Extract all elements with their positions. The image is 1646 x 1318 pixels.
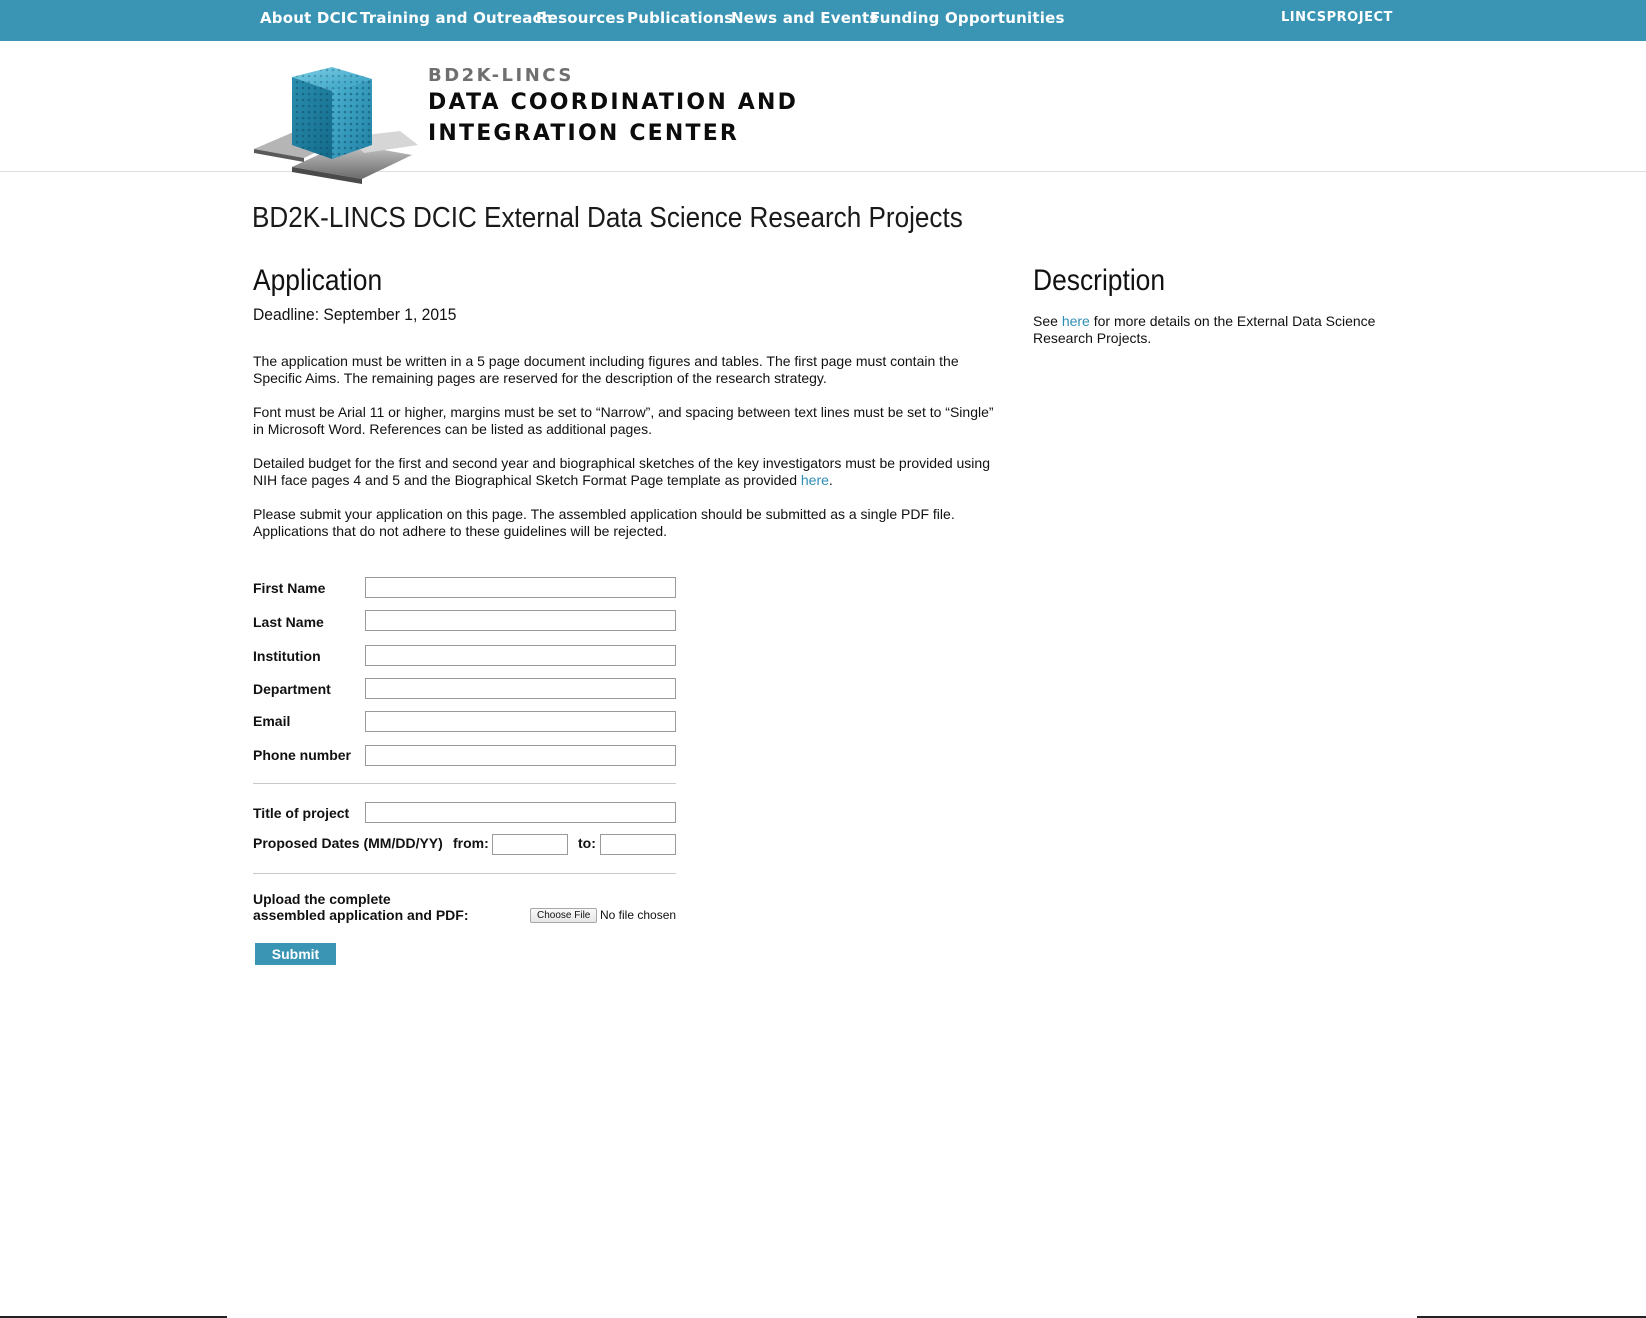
phone-number-input[interactable] [365,745,676,766]
email-input[interactable] [365,711,676,732]
deadline-text: Deadline: September 1, 2015 [253,305,457,324]
last-name-input[interactable] [365,610,676,631]
site-header: BD2K-LINCS DATA COORDINATION AND INTEGRA… [0,41,1646,184]
description-lead: See [1033,313,1062,329]
last-name-label: Last Name [253,614,324,630]
nav-lincsproject-link[interactable]: LINCSPROJECT [1281,10,1393,25]
template-here-link[interactable]: here [801,472,829,488]
top-navigation-bar: About DCIC Training and Outreach Resourc… [0,0,1646,41]
nav-training-outreach[interactable]: Training and Outreach [360,9,553,27]
guideline-paragraph-3: Detailed budget for the first and second… [253,455,1005,489]
paragraph-3-text: Detailed budget for the first and second… [253,455,990,488]
form-divider-1 [253,783,676,784]
brand-title-line2: INTEGRATION CENTER [428,121,740,146]
brand-subtitle: BD2K-LINCS [428,65,574,86]
choose-file-button[interactable]: Choose File [530,908,598,923]
form-divider-2 [253,873,676,874]
guideline-paragraph-4: Please submit your application on this p… [253,506,955,539]
submit-button[interactable]: Submit [255,943,336,965]
department-input[interactable] [365,678,676,699]
project-title-input[interactable] [365,802,676,823]
application-heading: Application [253,264,383,297]
date-to-input[interactable] [600,834,676,855]
first-name-label: First Name [253,580,326,596]
institution-input[interactable] [365,645,676,666]
email-label: Email [253,713,291,729]
upload-label-line2: assembled application and PDF: [253,907,469,923]
date-from-label: from: [453,835,489,851]
guideline-paragraph-1: The application must be written in a 5 p… [253,353,959,386]
date-from-input[interactable] [492,834,568,855]
nav-news-events[interactable]: News and Events [731,9,878,27]
date-to-label: to: [578,835,596,851]
cube-logo-icon[interactable] [252,61,418,199]
proposed-dates-label: Proposed Dates (MM/DD/YY) [253,835,443,851]
nav-resources[interactable]: Resources [536,9,625,27]
phone-number-label: Phone number [253,747,352,763]
institution-label: Institution [253,648,321,664]
first-name-input[interactable] [365,577,676,598]
upload-label-line1: Upload the complete [253,891,391,907]
description-heading: Description [1033,264,1166,297]
brand-title-line1: DATA COORDINATION AND [428,90,799,115]
department-label: Department [253,681,331,697]
paragraph-3-end: . [828,472,833,488]
guideline-paragraph-2: Font must be Arial 11 or higher, margins… [253,404,994,437]
description-here-link[interactable]: here [1062,313,1090,329]
nav-publications[interactable]: Publications [627,9,733,27]
nav-funding-opportunities[interactable]: Funding Opportunities [870,9,1065,27]
nav-about-dcic[interactable]: About DCIC [260,9,358,27]
description-text: See here for more details on the Externa… [1033,313,1383,347]
file-status-text: No file chosen [600,908,677,922]
page-title: BD2K-LINCS DCIC External Data Science Re… [252,202,963,234]
project-title-label: Title of project [253,805,350,821]
